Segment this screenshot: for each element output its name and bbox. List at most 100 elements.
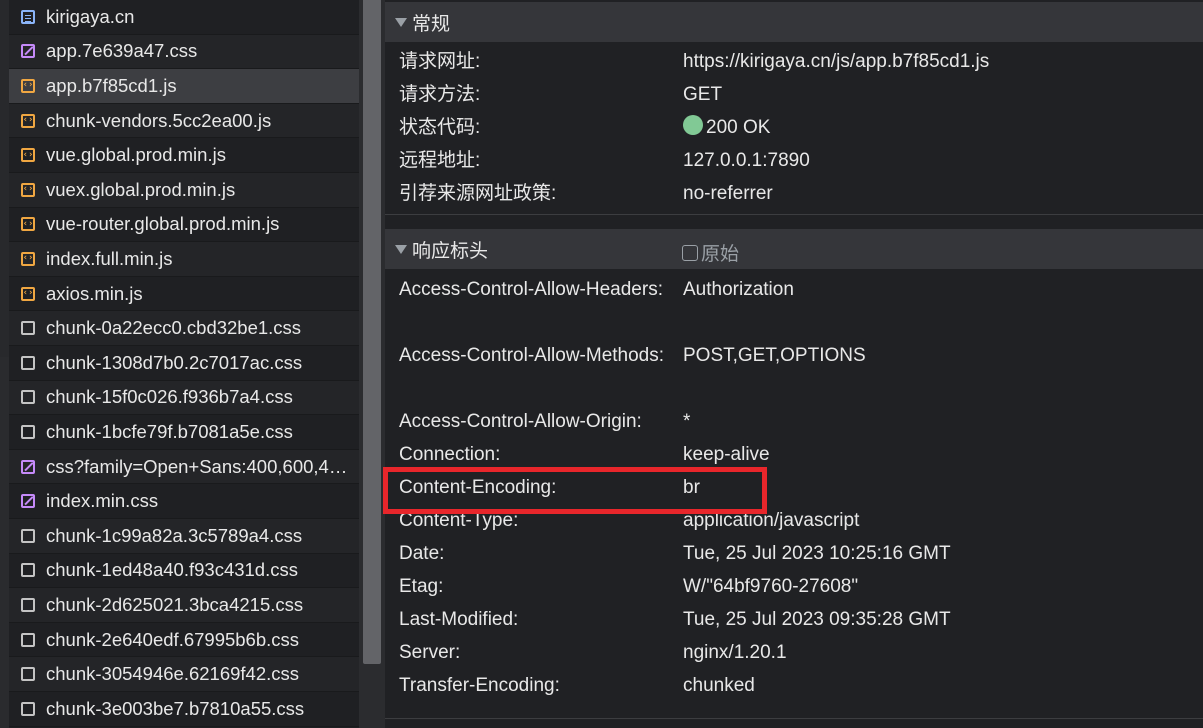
file-name-label: kirigaya.cn — [46, 5, 135, 27]
collapse-triangle-icon[interactable] — [395, 17, 407, 27]
css-file-icon — [21, 494, 35, 509]
scrollbar-thumb[interactable] — [363, 0, 381, 664]
js-file-icon: ‹› — [21, 148, 35, 163]
file-list-item[interactable]: ‹› index.full.min.js — [9, 242, 359, 277]
file-name-label: chunk-3e003be7.b7810a55.css — [46, 697, 305, 719]
file-list-item[interactable]: kirigaya.cn — [9, 0, 359, 35]
response-header-value: chunked — [683, 675, 755, 696]
file-name-label: chunk-15f0c026.f936b7a4.css — [46, 386, 293, 408]
general-field-value: no-referrer — [683, 183, 773, 204]
file-name-label: index.min.css — [46, 490, 159, 512]
response-header-value: Tue, 25 Jul 2023 10:25:16 GMT — [683, 543, 951, 564]
content-encoding-highlight-box — [383, 467, 767, 514]
general-field-label: 引荐来源网址政策: — [399, 183, 557, 204]
file-list-item[interactable]: chunk-2e640edf.67995b6b.css — [9, 623, 359, 658]
file-name-label: chunk-0a22ecc0.cbd32be1.css — [46, 317, 302, 339]
general-field-value: 127.0.0.1:7890 — [683, 150, 810, 171]
file-name-label: index.full.min.js — [46, 247, 173, 269]
file-name-label: css?family=Open+Sans:400,600,4… — [46, 455, 348, 477]
file-list-item[interactable]: index.min.css — [9, 484, 359, 519]
file-list-item[interactable]: app.7e639a47.css — [9, 34, 359, 70]
response-header-value: nginx/1.20.1 — [683, 642, 787, 663]
response-header-name: Server: — [399, 642, 461, 663]
raw-toggle[interactable]: 原始 — [682, 239, 739, 266]
raw-checkbox[interactable] — [682, 244, 698, 261]
file-name-label: app.7e639a47.css — [46, 40, 198, 62]
file-list-scrollbar[interactable] — [359, 0, 385, 728]
raw-label: 原始 — [701, 244, 740, 265]
response-header-name: Access-Control-Allow-Headers: — [399, 279, 663, 300]
collapse-triangle-icon[interactable] — [395, 244, 407, 254]
file-list-item[interactable]: chunk-0a22ecc0.cbd32be1.css — [9, 311, 359, 346]
file-list-item[interactable]: ‹› axios.min.js — [9, 277, 359, 312]
generic-file-icon — [21, 597, 35, 612]
file-list-item[interactable]: ‹› vue.global.prod.min.js — [9, 138, 359, 173]
response-header-name: Date: — [399, 543, 445, 564]
file-list-item[interactable]: ‹› app.b7f85cd1.js — [9, 69, 359, 104]
generic-file-icon — [21, 321, 35, 336]
file-list-item[interactable]: chunk-1bcfe79f.b7081a5e.css — [9, 415, 359, 450]
generic-file-icon — [21, 424, 35, 439]
general-field-label: 请求方法: — [399, 84, 481, 105]
js-file-icon: ‹› — [21, 113, 35, 128]
section-divider — [385, 718, 1203, 719]
general-field-value: https://kirigaya.cn/js/app.b7f85cd1.js — [683, 51, 990, 72]
response-header-value: * — [683, 411, 691, 432]
file-list-item[interactable]: ‹› chunk-vendors.5cc2ea00.js — [9, 103, 359, 139]
file-list-item[interactable]: chunk-2d625021.3bca4215.css — [9, 588, 359, 623]
file-name-label: vue-router.global.prod.min.js — [46, 213, 280, 235]
document-icon — [21, 9, 35, 24]
file-name-label: chunk-2d625021.3bca4215.css — [46, 593, 304, 615]
generic-file-icon — [21, 355, 35, 370]
file-name-label: chunk-1bcfe79f.b7081a5e.css — [46, 420, 293, 442]
response-header-value: W/"64bf9760-27608" — [683, 576, 859, 597]
js-file-icon: ‹› — [21, 251, 35, 266]
section-divider — [385, 214, 1203, 215]
file-name-label: chunk-1ed48a40.f93c431d.css — [46, 559, 298, 581]
file-list-item[interactable]: chunk-3e003be7.b7810a55.css — [9, 692, 359, 727]
request-details-panel: 常规 请求网址: https://kirigaya.cn/js/app.b7f85… — [383, 0, 1203, 728]
file-name-label: axios.min.js — [46, 282, 143, 304]
general-field-label: 状态代码: — [399, 117, 481, 138]
response-header-name: Access-Control-Allow-Methods: — [399, 345, 665, 366]
response-header-value: POST,GET,OPTIONS — [683, 345, 866, 366]
general-field-label: 请求网址: — [399, 51, 481, 72]
generic-file-icon — [21, 563, 35, 578]
js-file-icon: ‹› — [21, 78, 35, 93]
request-file-list: kirigaya.cn app.7e639a47.css ‹› app.b7f85cd… — [9, 0, 359, 728]
file-list-item[interactable]: chunk-1308d7b0.2c7017ac.css — [9, 346, 359, 381]
general-section-header[interactable]: 常规 — [385, 2, 1203, 42]
generic-file-icon — [21, 701, 35, 716]
response-header-name: Access-Control-Allow-Origin: — [399, 411, 642, 432]
js-file-icon: ‹› — [21, 286, 35, 301]
response-headers-section-header[interactable]: 响应标头 原始 — [385, 229, 1203, 269]
file-name-label: chunk-3054946e.62169f42.css — [46, 663, 300, 685]
general-field-label: 远程地址: — [399, 150, 481, 171]
file-name-label: app.b7f85cd1.js — [46, 74, 177, 96]
general-section-title: 常规 — [412, 13, 451, 35]
file-list-item[interactable]: ‹› vue-router.global.prod.min.js — [9, 208, 359, 243]
file-name-label: vue.global.prod.min.js — [46, 144, 226, 166]
response-headers-title: 响应标头 — [412, 240, 489, 262]
file-name-label: chunk-vendors.5cc2ea00.js — [46, 109, 272, 131]
generic-file-icon — [21, 390, 35, 405]
file-list-item[interactable]: css?family=Open+Sans:400,600,4… — [9, 449, 359, 485]
general-field-value: 200 OK — [683, 111, 770, 144]
file-list-item[interactable]: chunk-15f0c026.f936b7a4.css — [9, 380, 359, 416]
response-header-name: Transfer-Encoding: — [399, 675, 560, 696]
left-edge-strip — [0, 0, 9, 728]
generic-file-icon — [21, 632, 35, 647]
response-header-name: Etag: — [399, 576, 444, 597]
js-file-icon: ‹› — [21, 217, 35, 232]
file-list-item[interactable]: chunk-1c99a82a.3c5789a4.css — [9, 519, 359, 554]
js-file-icon: ‹› — [21, 182, 35, 197]
file-list-item[interactable]: ‹› vuex.global.prod.min.js — [9, 173, 359, 208]
file-list-item[interactable]: chunk-3054946e.62169f42.css — [9, 657, 359, 692]
file-list-item[interactable]: chunk-1ed48a40.f93c431d.css — [9, 554, 359, 589]
css-file-icon — [21, 44, 35, 59]
file-name-label: chunk-2e640edf.67995b6b.css — [46, 628, 300, 650]
response-header-value: Authorization — [683, 279, 794, 300]
response-header-value: Tue, 25 Jul 2023 09:35:28 GMT — [683, 609, 951, 630]
general-field-value: GET — [683, 84, 723, 105]
status-ok-icon — [683, 115, 703, 135]
